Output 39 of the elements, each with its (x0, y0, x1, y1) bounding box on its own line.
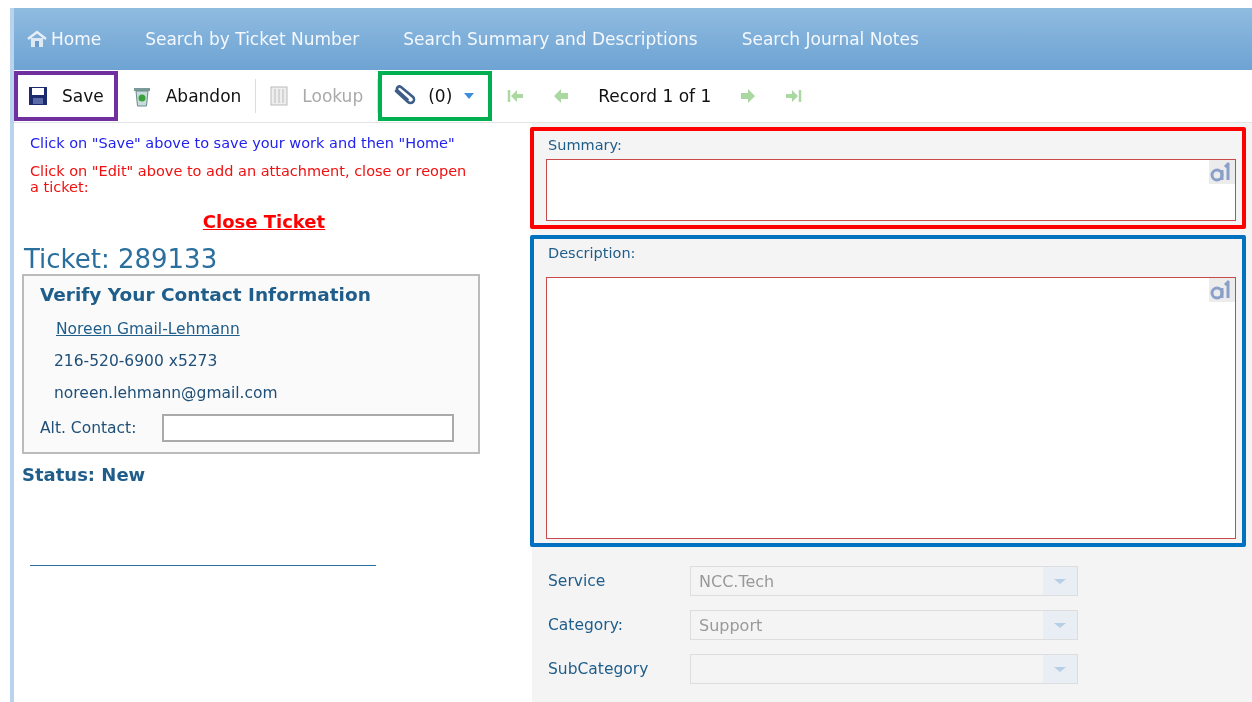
spell-check-icon (1209, 278, 1235, 302)
field-label: Alt. Contact: (40, 419, 137, 437)
arrow-icon (552, 87, 571, 105)
arrow-icon (739, 87, 758, 105)
status-label: Status: New (22, 464, 147, 485)
save-button[interactable]: Save (14, 71, 118, 121)
text-area[interactable] (546, 159, 1236, 221)
field-label: Description: (548, 245, 637, 261)
paperclip-icon (392, 85, 417, 107)
contact-email: noreen.lehmann@gmail.com (54, 384, 279, 402)
nav-link[interactable]: Search Summary and Descriptions (403, 29, 720, 49)
contact-phone: 216-520-6900 x5273 (54, 352, 219, 370)
arrow-to-bar-icon (785, 87, 804, 105)
ticket-title: Ticket: 289133 (24, 244, 219, 274)
arrow-to-bar-icon (506, 87, 525, 105)
caret-icon (1043, 611, 1077, 639)
field-label: Service (548, 572, 607, 590)
save-instruction: Click on "Save" above to save your work and then "Home" (30, 135, 456, 151)
list-icon (270, 86, 289, 106)
edit-instruction: Click on "Edit" above to add an attachment, close or reopen a ticket: (30, 163, 468, 195)
spell-check-icon (1209, 160, 1235, 184)
contact-heading: Verify Your Contact Information (40, 284, 372, 305)
caret-icon (1043, 567, 1077, 595)
caret-icon (464, 93, 475, 99)
field-label: Category: (548, 616, 624, 634)
attachment-button[interactable]: (0) (378, 71, 493, 121)
trash-can-icon (131, 85, 152, 107)
home-icon (26, 30, 48, 48)
field-label: SubCategory (548, 660, 650, 678)
caret-icon (1043, 655, 1077, 683)
contact-name-link[interactable]: Noreen Gmail-Lehmann (56, 320, 240, 338)
nav-link[interactable]: Home (26, 29, 124, 49)
nav-link[interactable]: Search Journal Notes (741, 29, 941, 49)
nav-link[interactable]: Search by Ticket Number (145, 29, 382, 49)
record-counter: Record 1 of 1 (597, 86, 713, 106)
abandon-button[interactable]: Abandon (117, 71, 256, 121)
field-label: Summary: (548, 137, 623, 153)
alt-contact-field[interactable] (162, 414, 455, 442)
close-ticket-link[interactable]: Close Ticket (24, 211, 504, 232)
